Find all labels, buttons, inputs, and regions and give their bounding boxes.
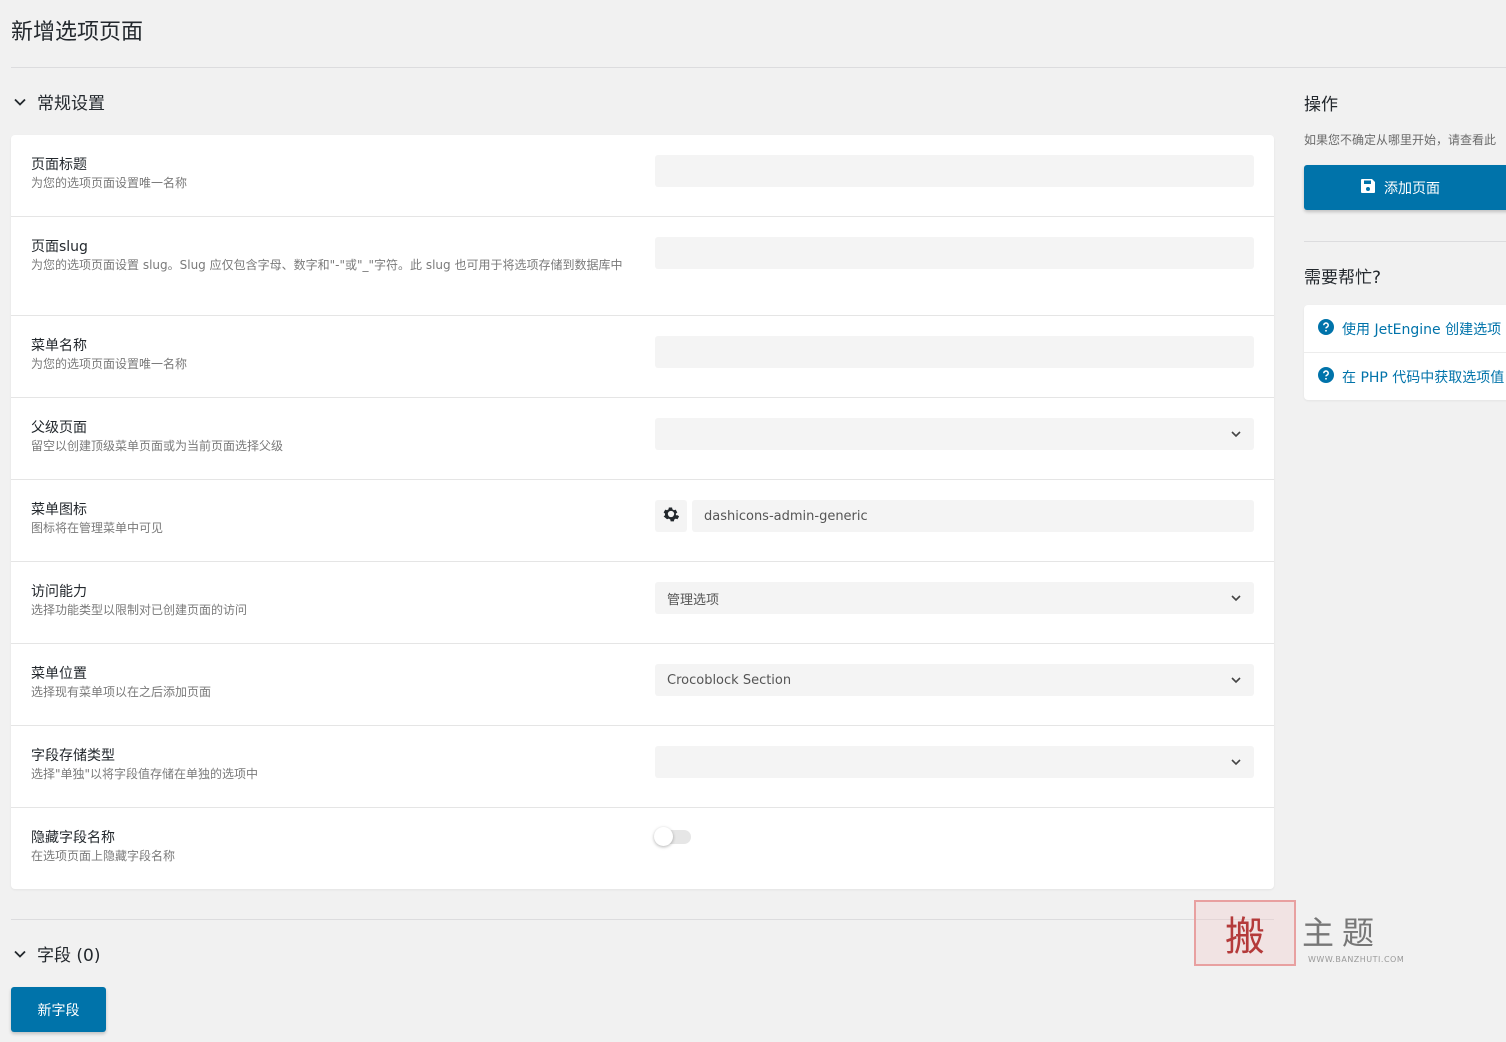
chevron-down-icon [1228,590,1244,606]
sidebar-divider [1304,241,1506,242]
general-settings-card: 页面标题 为您的选项页面设置唯一名称 页面slug 为您的选项页面设置 slug… [11,135,1274,889]
setting-description: 为您的选项页面设置 slug。Slug 应仅包含字母、数字和"-"或"_"字符。… [31,258,623,272]
help-link-create-options[interactable]: 使用 JetEngine 创建选项 [1318,319,1501,339]
setting-description: 留空以创建顶级菜单页面或为当前页面选择父级 [31,439,284,453]
setting-row-storage-type: 字段存储类型 选择"单独"以将字段值存储在单独的选项中 [11,726,1274,808]
setting-label: 菜单位置 [31,666,87,682]
setting-description: 选择"单独"以将字段值存储在单独的选项中 [31,767,259,781]
setting-label: 菜单名称 [31,338,87,354]
setting-label: 页面slug [31,239,88,255]
setting-row-menu-name: 菜单名称 为您的选项页面设置唯一名称 [11,316,1274,398]
menu-name-input[interactable] [655,336,1254,368]
watermark-url: WWW.BANZHUTI.COM [1308,955,1405,964]
title-divider [11,67,1506,68]
chevron-down-icon [11,93,29,111]
watermark: 搬 主题 WWW.BANZHUTI.COM [1194,900,1426,970]
fields-section-toggle[interactable]: 字段 (0) [11,941,100,966]
setting-row-page-title: 页面标题 为您的选项页面设置唯一名称 [11,135,1274,217]
save-icon [1360,178,1376,198]
capability-select[interactable]: 管理选项 [655,582,1254,614]
setting-label: 隐藏字段名称 [31,830,115,846]
help-icon [1318,319,1334,339]
setting-description: 在选项页面上隐藏字段名称 [31,849,176,863]
fields-section-title: 字段 (0) [37,946,101,966]
general-section-title: 常规设置 [37,94,105,114]
chevron-down-icon [11,945,29,963]
menu-position-select[interactable]: Crocoblock Section [655,664,1254,696]
gear-icon [662,505,680,527]
setting-label: 访问能力 [31,584,87,600]
add-page-button[interactable]: 添加页面 [1304,165,1506,210]
actions-hint: 如果您不确定从哪里开始，请查看此 [1304,133,1497,147]
select-value: Crocoblock Section [667,672,792,688]
select-value: 管理选项 [667,592,720,608]
setting-description: 为您的选项页面设置唯一名称 [31,357,188,371]
setting-row-parent-page: 父级页面 留空以创建顶级菜单页面或为当前页面选择父级 [11,398,1274,480]
help-icon [1318,367,1334,387]
setting-description: 为您的选项页面设置唯一名称 [31,176,188,190]
page-slug-input[interactable] [655,237,1254,269]
page-title: 新增选项页面 [11,20,144,45]
setting-row-menu-icon: 菜单图标 图标将在管理菜单中可见 dashicons-admin-generic [11,480,1274,562]
storage-type-select[interactable] [655,746,1254,778]
page-title-input[interactable] [655,155,1254,187]
watermark-seal: 搬 [1194,900,1296,966]
chevron-down-icon [1228,426,1244,442]
setting-label: 父级页面 [31,420,87,436]
setting-label: 字段存储类型 [31,748,115,764]
help-link-label: 使用 JetEngine 创建选项 [1342,322,1502,338]
setting-label: 页面标题 [31,157,87,173]
general-section-toggle[interactable]: 常规设置 [11,89,105,114]
actions-title: 操作 [1304,95,1338,115]
icon-picker-button[interactable] [655,500,687,532]
help-title: 需要帮忙? [1304,268,1382,288]
help-links-card: 使用 JetEngine 创建选项 在 PHP 代码中获取选项值 [1304,305,1506,400]
hide-field-names-toggle[interactable] [654,827,691,846]
toggle-knob [654,827,673,846]
setting-description: 选择功能类型以限制对已创建页面的访问 [31,603,248,617]
setting-row-menu-position: 菜单位置 选择现有菜单项以在之后添加页面 Crocoblock Section [11,644,1274,726]
setting-description: 选择现有菜单项以在之后添加页面 [31,685,212,699]
add-page-label: 添加页面 [1384,180,1440,197]
setting-row-page-slug: 页面slug 为您的选项页面设置 slug。Slug 应仅包含字母、数字和"-"… [11,217,1274,316]
watermark-text: 主题 [1302,914,1383,952]
chevron-down-icon [1228,672,1244,688]
setting-description: 图标将在管理菜单中可见 [31,521,164,535]
help-separator [1304,352,1506,353]
fields-divider [11,919,1274,920]
new-field-button[interactable]: 新字段 [11,987,106,1032]
menu-icon-input[interactable]: dashicons-admin-generic [692,500,1254,532]
chevron-down-icon [1228,754,1244,770]
setting-row-hide-field-names: 隐藏字段名称 在选项页面上隐藏字段名称 [11,808,1274,889]
help-link-php-options[interactable]: 在 PHP 代码中获取选项值 [1318,367,1504,387]
help-link-label: 在 PHP 代码中获取选项值 [1342,370,1505,386]
setting-row-capability: 访问能力 选择功能类型以限制对已创建页面的访问 管理选项 [11,562,1274,644]
setting-label: 菜单图标 [31,502,87,518]
parent-page-select[interactable] [655,418,1254,450]
